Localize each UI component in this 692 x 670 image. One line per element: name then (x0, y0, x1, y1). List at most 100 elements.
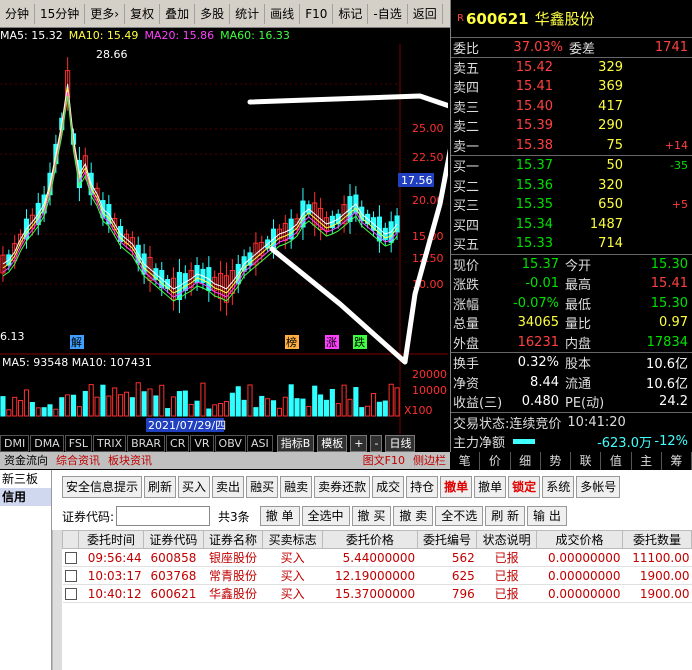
book-row[interactable]: 卖三 15.40 417 (451, 97, 692, 117)
quote-tab[interactable]: 势 (541, 452, 571, 470)
trade-action-button[interactable]: 融买 (246, 476, 279, 498)
info-tab[interactable]: 板块资讯 (104, 453, 156, 469)
indicator-control[interactable]: 模板 (317, 434, 348, 452)
trade-action-button[interactable]: 锁定 (508, 476, 541, 498)
info-tab-right[interactable]: 图文F10 (359, 453, 409, 469)
column-header[interactable]: 证券名称 (202, 530, 264, 549)
column-header[interactable]: 买卖标志 (262, 530, 323, 549)
stat-row: 涨跌 -0.01 最高 15.41 (453, 276, 688, 294)
toolbar-item[interactable]: 返回 (408, 3, 443, 24)
book-row[interactable]: 卖二 15.39 290 (451, 116, 692, 136)
book-row[interactable]: 卖一 15.38 75 +14 (451, 136, 692, 156)
indicator-control[interactable]: - (370, 434, 383, 452)
table-row[interactable]: 10:03:17 603768 常青股份 买入 12.19000000 625 已报 0.00… (62, 566, 692, 585)
column-header[interactable]: 委托时间 (77, 530, 145, 549)
column-header[interactable]: 委托价格 (322, 530, 418, 549)
toolbar-item[interactable]: F10 (300, 3, 334, 24)
vertical-scrollbar[interactable] (52, 530, 62, 670)
toolbar-item[interactable]: 多股 (195, 3, 231, 24)
quote-tab[interactable]: 主 (632, 452, 662, 470)
info-tab-right[interactable]: 侧边栏 (409, 453, 450, 469)
checkbox[interactable] (64, 570, 77, 582)
indicator-tab[interactable]: CR (166, 434, 190, 452)
indicator-tab[interactable]: OBV (214, 434, 246, 452)
quote-tab[interactable]: 价 (480, 452, 511, 470)
indicator-control[interactable]: + (350, 434, 368, 452)
trade-action-button[interactable]: 安全信息提示 (62, 476, 143, 498)
trade-action-button[interactable]: 持仓 (406, 476, 439, 498)
indicator-tab[interactable]: TRIX (92, 434, 127, 452)
account-nav-item[interactable]: 新三板 (0, 470, 51, 488)
row-select[interactable] (62, 584, 79, 603)
account-nav-item[interactable]: 信用 (0, 488, 51, 506)
info-tab[interactable]: 资金流向 (0, 453, 52, 469)
trade-action-button[interactable]: 卖出 (212, 476, 245, 498)
filter-button[interactable]: 全选中 (301, 506, 350, 526)
checkbox[interactable] (64, 552, 77, 564)
volume-bar (35, 407, 41, 417)
quote-tab[interactable]: 值 (601, 452, 632, 470)
book-row[interactable]: 买二 15.36 320 (451, 176, 692, 196)
table-row[interactable]: 09:56:44 600858 银座股份 买入 5.44000000 562 已报 0.000… (62, 548, 692, 567)
row-select[interactable] (62, 548, 79, 567)
indicator-tab[interactable]: DMI (0, 434, 30, 452)
toolbar-item[interactable]: 分钟 (0, 3, 36, 24)
indicator-tab[interactable]: BRAR (127, 434, 166, 452)
checkbox[interactable] (64, 588, 77, 600)
trade-action-button[interactable]: 撤单 (474, 476, 507, 498)
column-header[interactable]: 成交价格 (535, 530, 624, 549)
ma-value: MA5: 15.32 (0, 29, 63, 42)
trade-action-button[interactable]: 买入 (178, 476, 211, 498)
filter-button[interactable]: 撤 单 (259, 506, 300, 526)
table-cell: 11100.00 (622, 548, 692, 567)
toolbar-item[interactable]: 更多› (85, 3, 126, 24)
trade-action-button[interactable]: 系统 (542, 476, 575, 498)
table-row[interactable]: 10:40:12 600621 华鑫股份 买入 15.37000000 796 已报 0.00… (62, 584, 692, 603)
indicator-tab[interactable]: ASI (246, 434, 273, 452)
trade-action-button[interactable]: 卖券还款 (314, 476, 371, 498)
quote-tab[interactable]: 筹 (662, 452, 692, 470)
trade-action-button[interactable]: 刷新 (144, 476, 177, 498)
toolbar-item[interactable]: 画线 (265, 3, 301, 24)
kline-chart[interactable]: 28.666.1325.0022.5020.0015.0012.5010.001… (0, 44, 448, 444)
indicator-tab[interactable]: VR (190, 434, 214, 452)
trade-action-button[interactable]: 多帐号 (576, 476, 621, 498)
filter-button[interactable]: 撤 买 (351, 506, 392, 526)
filter-button[interactable]: 撤 卖 (393, 506, 434, 526)
indicator-control[interactable]: 指标B (276, 434, 315, 452)
trade-action-button[interactable]: 融卖 (280, 476, 313, 498)
info-tab[interactable]: 综合资讯 (52, 453, 104, 469)
stock-code-input[interactable] (116, 506, 211, 526)
indicator-tab[interactable]: FSL (64, 434, 92, 452)
stat-row: 涨幅 -0.07% 最低 15.30 (453, 295, 688, 313)
book-row[interactable]: 买一 15.37 50 -35 (451, 156, 692, 176)
column-header[interactable]: 委托编号 (416, 530, 478, 549)
row-select[interactable] (62, 566, 79, 585)
column-header[interactable]: 委托数量 (622, 530, 692, 549)
stock-code: 600621 (465, 9, 529, 28)
period-label[interactable]: 日线 (385, 434, 416, 452)
toolbar-item[interactable]: -自选 (368, 3, 408, 24)
book-row[interactable]: 卖四 15.41 369 (451, 77, 692, 97)
indicator-tab[interactable]: DMA (30, 434, 64, 452)
filter-button[interactable]: 刷 新 (485, 506, 526, 526)
toolbar-item[interactable]: 统计 (230, 3, 266, 24)
column-header[interactable]: 证券代码 (143, 530, 204, 549)
book-row[interactable]: 买三 15.35 650 +5 (451, 195, 692, 215)
column-header[interactable]: 状态说明 (476, 530, 537, 549)
filter-button[interactable]: 全不选 (435, 506, 484, 526)
filter-button[interactable]: 输 出 (527, 506, 567, 526)
toolbar-item[interactable]: 叠加 (160, 3, 196, 24)
book-row[interactable]: 买五 15.33 714 (451, 234, 692, 254)
toolbar-item[interactable]: 复权 (125, 3, 161, 24)
weibi-row: 委比 37.03% 委差 1741 (451, 38, 692, 58)
book-row[interactable]: 卖五 15.42 329 (451, 58, 692, 78)
toolbar-item[interactable]: 15分钟 (35, 3, 86, 24)
book-row[interactable]: 买四 15.34 1487 (451, 215, 692, 235)
quote-tab[interactable]: 细 (511, 452, 541, 470)
trade-action-button[interactable]: 撤单 (440, 476, 473, 498)
toolbar-item[interactable]: 标记 (333, 3, 369, 24)
quote-tab[interactable]: 联 (571, 452, 602, 470)
trade-action-button[interactable]: 成交 (372, 476, 405, 498)
quote-tab[interactable]: 笔 (450, 452, 481, 470)
